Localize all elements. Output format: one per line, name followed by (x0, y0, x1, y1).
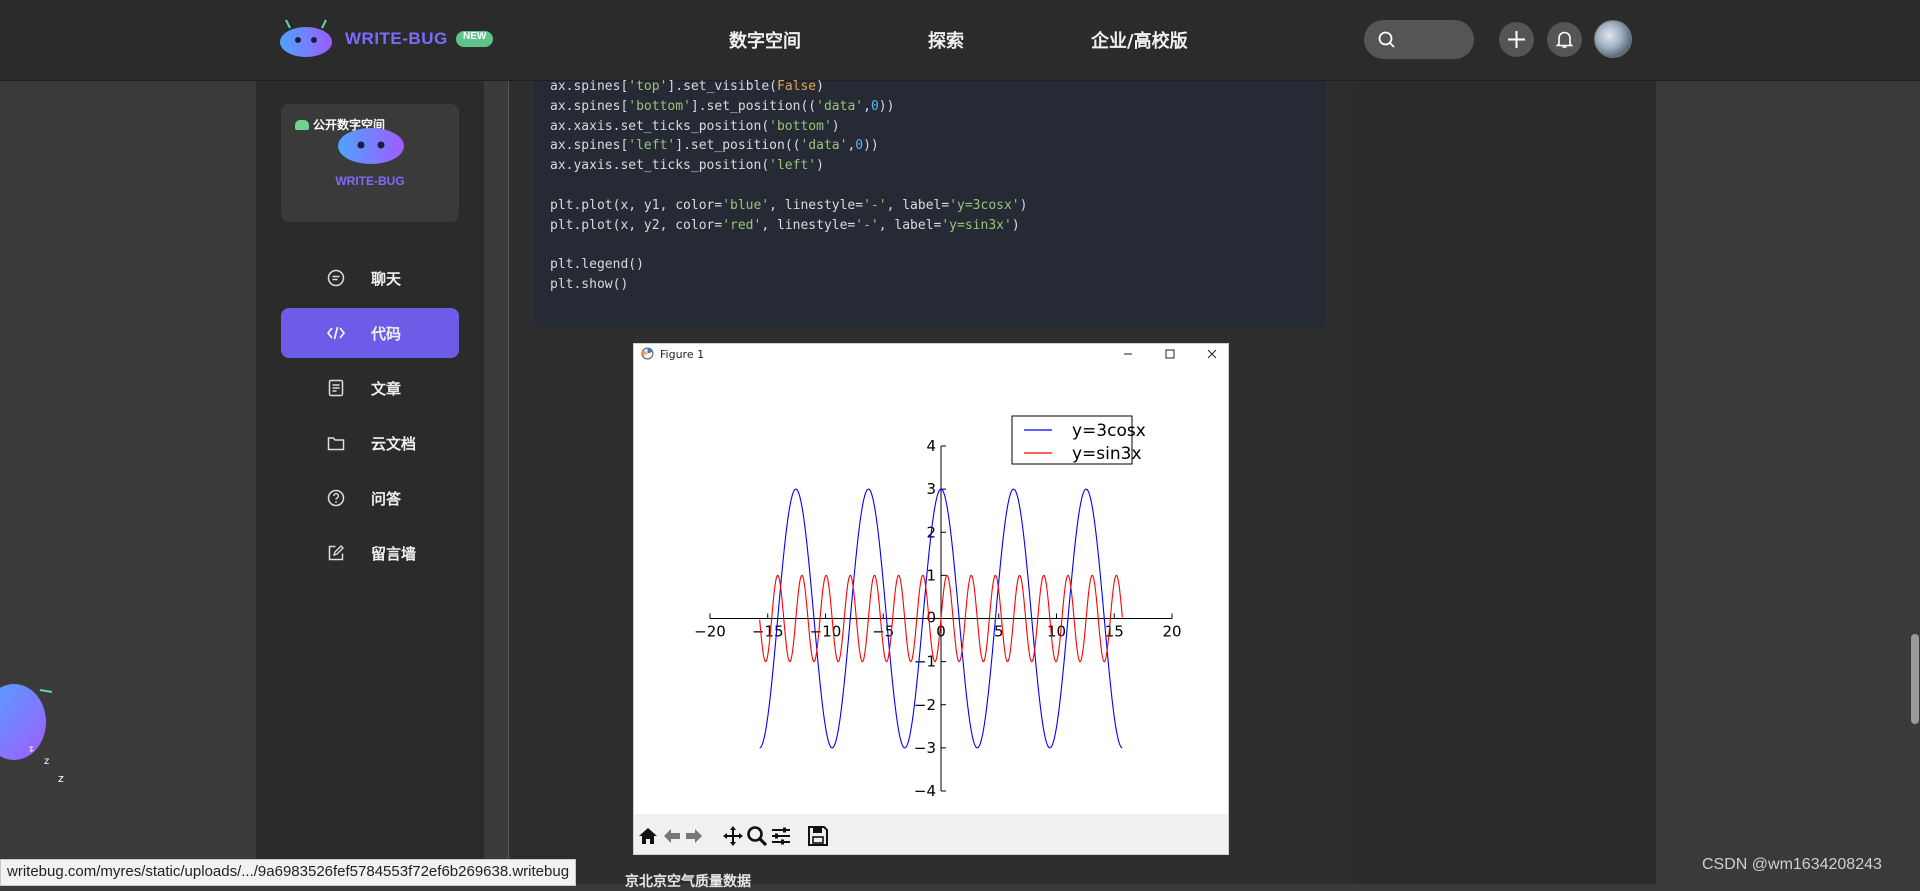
svg-text:z: z (58, 772, 64, 785)
sidebar-item-label: 云文档 (371, 435, 417, 453)
configure-icon[interactable] (769, 824, 793, 848)
brand-name[interactable]: WRITE-BUG (345, 29, 448, 49)
code-line: plt.plot(x, y1, color='blue', linestyle=… (550, 197, 1028, 213)
right-panel (1353, 81, 1656, 884)
minimize-icon[interactable] (1116, 345, 1140, 363)
write-bug-mascot-icon (338, 128, 404, 164)
android-icon (295, 120, 309, 130)
nav-enterprise[interactable]: 企业/高校版 (1091, 27, 1188, 53)
code-line: ax.xaxis.set_ticks_position('bottom') (550, 118, 840, 134)
search-input[interactable] (1364, 20, 1474, 59)
code-line: plt.show() (550, 276, 629, 292)
pan-icon[interactable] (721, 824, 745, 848)
code-text: ax.spines['top'].set_visible(False) ax.s… (550, 77, 1027, 295)
sidebar-item-label: 文章 (371, 380, 402, 398)
plot-canvas[interactable]: −20 −15 −10 −5 0 5 10 15 20−4−3−2−112340 y=3cosx… (634, 364, 1228, 814)
figure-window[interactable]: Figure 1 −20 −15 −10 −5 0 5 10 15 20 −4 −3 −2 −1 1 2 3 4… (633, 343, 1229, 855)
code-line: ax.spines['left'].set_position(('data',0… (550, 138, 879, 154)
sidebar-item-code[interactable]: 代码 (281, 308, 459, 358)
home-icon[interactable] (636, 824, 660, 848)
sidebar-item-article[interactable]: 文章 (281, 363, 459, 413)
code-line: plt.plot(x, y2, color='red', linestyle='… (550, 217, 1020, 233)
folder-icon (327, 437, 345, 451)
forward-icon[interactable] (682, 824, 706, 848)
figure-toolbar (634, 814, 1228, 854)
figure-title-bar[interactable]: Figure 1 (634, 344, 1228, 364)
sidebar-item-label: 留言墙 (371, 545, 417, 563)
sidebar-item-qa[interactable]: 问答 (281, 473, 459, 523)
new-badge: NEW (456, 31, 494, 47)
x-tick-label: 20 (1162, 623, 1181, 641)
x-tick-label: 0 (936, 623, 946, 641)
write-bug-logo[interactable] (278, 18, 334, 58)
sidebar-item-label: 问答 (371, 490, 402, 508)
question-icon (327, 489, 345, 507)
article-icon (328, 379, 344, 397)
save-icon[interactable] (806, 824, 830, 848)
sidebar-item-label: 聊天 (371, 270, 402, 288)
search-icon (1378, 31, 1395, 48)
y-tick-label: −3 (914, 739, 936, 757)
y-tick-label: −4 (914, 782, 936, 800)
x-tick-label: −15 (752, 623, 784, 641)
x-tick-label: 10 (1047, 623, 1066, 641)
notifications-button[interactable] (1547, 22, 1582, 57)
legend-label: y=3cosx (1072, 421, 1146, 441)
scrollbar[interactable] (1910, 0, 1920, 884)
mascot-sleeping-icon[interactable]: z z z (0, 660, 70, 790)
close-icon[interactable] (1200, 345, 1224, 363)
code-line: plt.legend() (550, 257, 644, 273)
space-card[interactable]: 公开数字空间 WRITE-BUG (281, 104, 459, 222)
maximize-icon[interactable] (1158, 345, 1182, 363)
scrollbar-thumb[interactable] (1911, 634, 1919, 724)
code-line: ax.spines['top'].set_visible(False) (550, 79, 824, 94)
next-section-heading: 京北京空气质量数据 (625, 874, 751, 890)
add-button[interactable] (1499, 22, 1534, 57)
legend-label: y=sin3x (1072, 444, 1142, 464)
code-block[interactable]: ax.spines['top'].set_visible(False) ax.s… (534, 79, 1326, 327)
legend: y=3cosx y=sin3x (1011, 415, 1146, 465)
zoom-icon[interactable] (745, 824, 769, 848)
avatar[interactable] (1594, 20, 1632, 58)
svg-text:z: z (44, 756, 49, 767)
nav-digital-space[interactable]: 数字空间 (729, 27, 801, 53)
edit-icon (328, 545, 344, 561)
status-url: writebug.com/myres/static/uploads/.../9a… (0, 859, 577, 886)
chat-icon (327, 269, 345, 287)
nav-explore[interactable]: 探索 (928, 27, 964, 53)
sidebar-item-cloud-docs[interactable]: 云文档 (281, 418, 459, 468)
y-tick-label: 3 (926, 480, 936, 498)
code-line: ax.yaxis.set_ticks_position('left') (550, 158, 824, 174)
back-icon[interactable] (660, 824, 684, 848)
y-tick-label: −2 (914, 696, 936, 714)
x-tick-label: −20 (694, 623, 726, 641)
sidebar-item-message-wall[interactable]: 留言墙 (281, 528, 459, 578)
csdn-watermark: CSDN @wm1634208243 (1702, 856, 1882, 873)
code-icon (327, 326, 345, 340)
matplotlib-icon (641, 347, 654, 360)
top-navigation-bar: WRITE-BUG NEW 数字空间 探索 企业/高校版 (0, 0, 1920, 81)
code-line: ax.spines['bottom'].set_position(('data'… (550, 98, 895, 114)
bell-icon (1555, 31, 1574, 48)
card-brand: WRITE-BUG (335, 174, 405, 188)
figure-title: Figure 1 (660, 348, 705, 361)
y-tick-label: 4 (926, 437, 936, 455)
sidebar-item-chat[interactable]: 聊天 (281, 253, 459, 303)
plus-icon (1508, 31, 1525, 48)
sidebar-item-label: 代码 (371, 325, 402, 343)
x-tick-label: 15 (1105, 623, 1124, 641)
